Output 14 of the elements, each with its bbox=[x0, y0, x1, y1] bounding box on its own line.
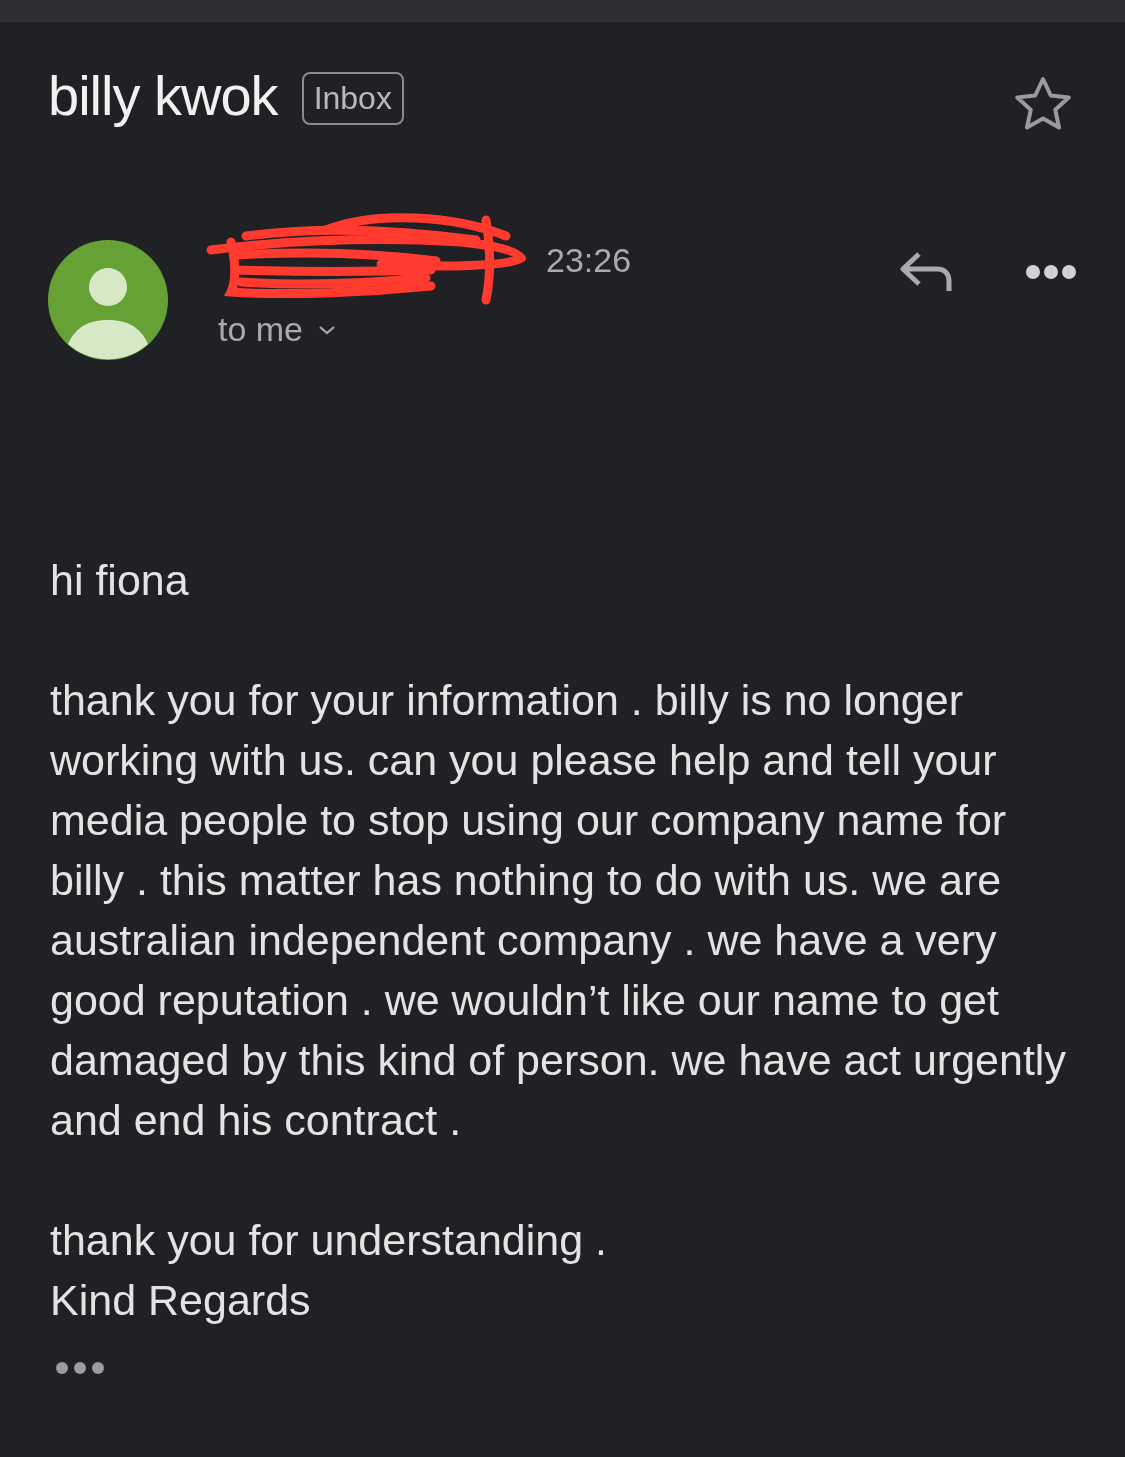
inbox-label: Inbox bbox=[301, 71, 404, 125]
avatar-icon bbox=[48, 240, 168, 360]
message-line: thank you for understanding . bbox=[50, 1215, 608, 1266]
more-icon bbox=[1025, 264, 1077, 280]
trimmed-content-icon[interactable] bbox=[54, 1360, 106, 1376]
message-paragraph: thank you for your information . billy is no longer working with us. can you please help and tell your media people to stop using our company name for billy . this matter has nothing to do with us. we are australian independent company . we have a very good reputation . we wouldn’t like our name to get damaged by this kind of person. we have act urgently and end his contract . bbox=[50, 675, 1067, 1146]
more-button[interactable] bbox=[1025, 264, 1077, 280]
message-time: 23:26 bbox=[546, 240, 632, 280]
reply-button[interactable] bbox=[899, 250, 955, 294]
message-paragraph: hi fiona bbox=[50, 555, 190, 606]
message-line: Kind Regards bbox=[50, 1275, 312, 1326]
email-subject: billy kwok bbox=[48, 62, 278, 128]
recipient-dropdown[interactable]: to me bbox=[218, 310, 632, 349]
reply-icon bbox=[899, 250, 955, 294]
